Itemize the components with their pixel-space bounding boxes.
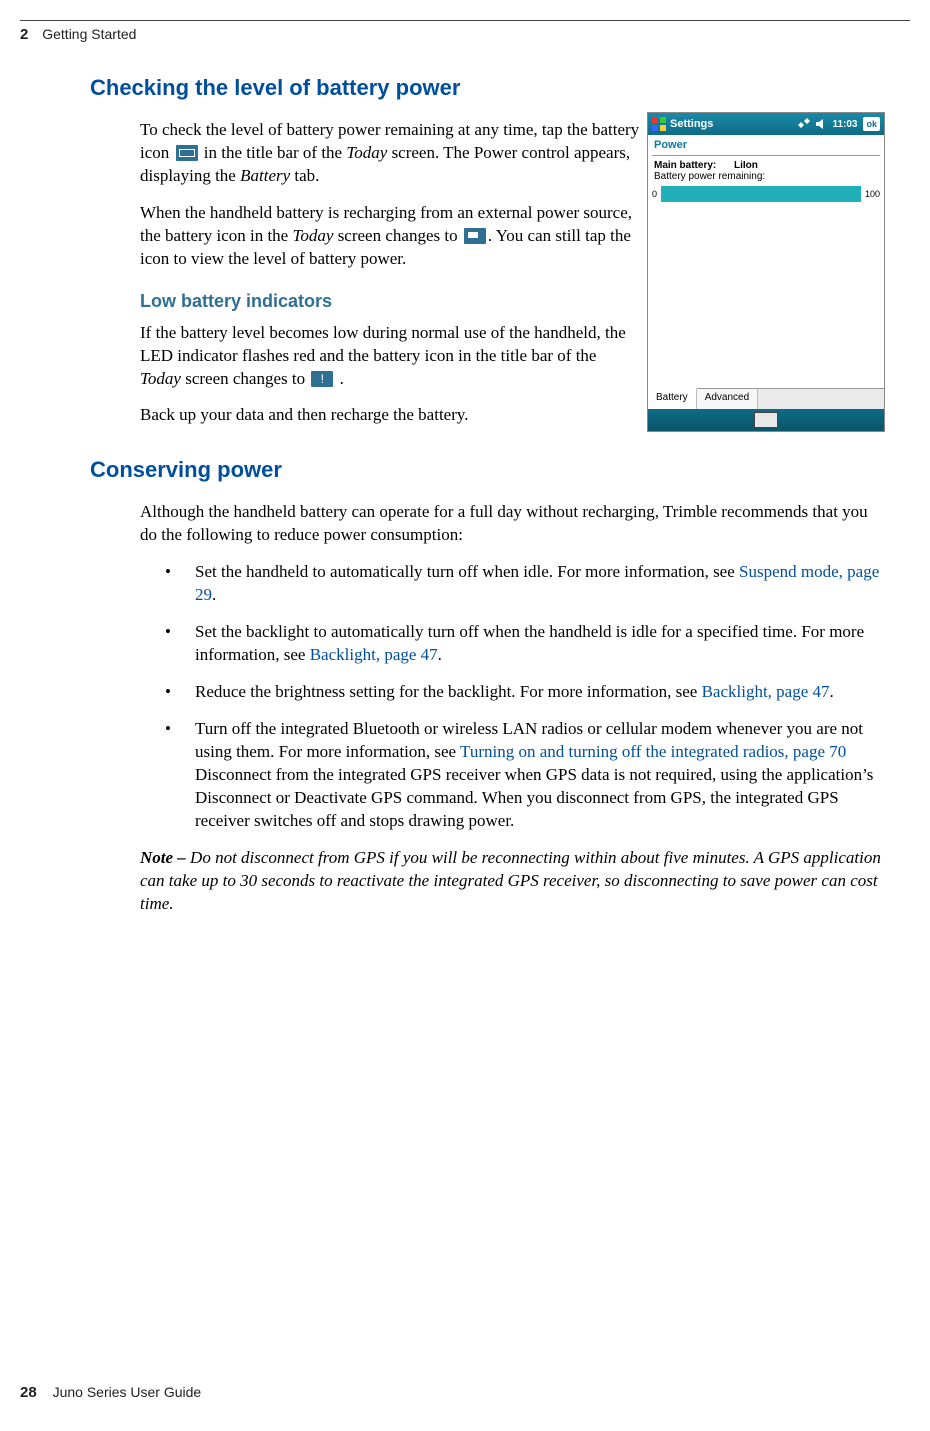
list-item: Set the backlight to automatically turn … bbox=[140, 621, 885, 667]
heading-checking-battery: Checking the level of battery power bbox=[90, 75, 885, 101]
list-item: Turn off the integrated Bluetooth or wir… bbox=[140, 718, 885, 833]
guide-title: Juno Series User Guide bbox=[53, 1384, 202, 1400]
page-footer: 28 Juno Series User Guide bbox=[20, 1384, 201, 1401]
conserve-list: Set the handheld to automatically turn o… bbox=[140, 561, 885, 832]
link-backlight-2[interactable]: Backlight, page 47 bbox=[702, 682, 830, 701]
p-recharging: When the handheld battery is recharging … bbox=[140, 202, 640, 271]
heading-conserving-power: Conserving power bbox=[90, 457, 885, 483]
page-number: 28 bbox=[20, 1384, 37, 1401]
p-check-battery: To check the level of battery power rema… bbox=[140, 119, 640, 188]
chapter-number: 2 bbox=[20, 26, 28, 43]
p-conserve-intro: Although the handheld battery can operat… bbox=[140, 501, 885, 547]
list-item: Reduce the brightness setting for the ba… bbox=[140, 681, 885, 704]
note-label: Note – bbox=[140, 848, 190, 867]
link-radios[interactable]: Turning on and turning off the integrate… bbox=[460, 742, 846, 761]
link-backlight-1[interactable]: Backlight, page 47 bbox=[310, 645, 438, 664]
p-backup: Back up your data and then recharge the … bbox=[140, 404, 885, 427]
note-paragraph: Note – Do not disconnect from GPS if you… bbox=[140, 847, 885, 916]
low-battery-icon bbox=[311, 371, 333, 387]
battery-icon bbox=[176, 145, 198, 161]
list-item: Set the handheld to automatically turn o… bbox=[140, 561, 885, 607]
heading-low-battery: Low battery indicators bbox=[140, 291, 885, 312]
main-content: Checking the level of battery power To c… bbox=[90, 75, 885, 929]
charging-icon bbox=[464, 228, 486, 244]
page-header: 2 Getting Started bbox=[20, 20, 910, 43]
p-low-battery: If the battery level becomes low during … bbox=[140, 322, 640, 391]
chapter-title: Getting Started bbox=[42, 26, 136, 42]
